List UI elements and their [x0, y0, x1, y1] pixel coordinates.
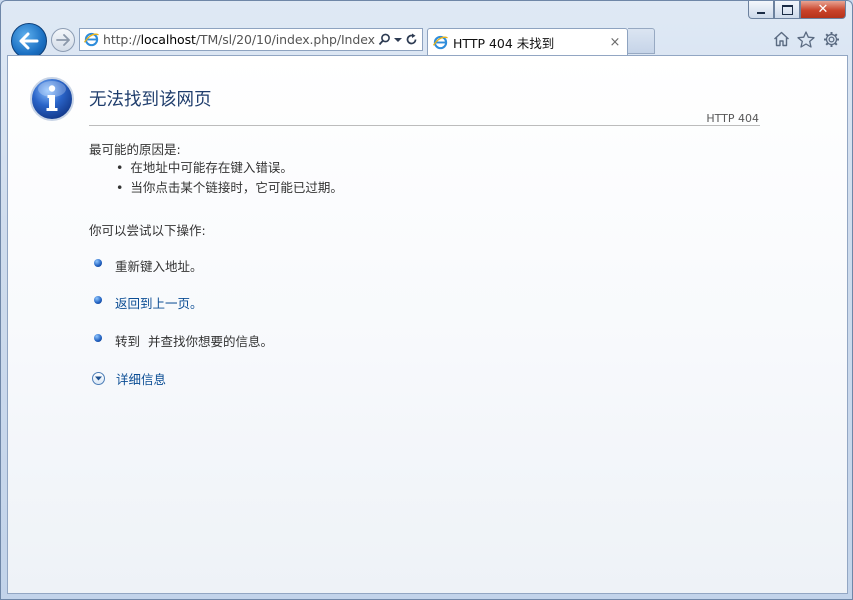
action-retype-address: 重新键入地址。	[94, 256, 203, 275]
http-status-code: HTTP 404	[706, 112, 759, 125]
forward-arrow-icon	[56, 34, 70, 46]
page-title: 无法找到该网页	[89, 90, 212, 110]
back-button[interactable]	[11, 23, 47, 59]
toolbar-icons	[772, 30, 840, 48]
tab-http-404[interactable]: HTTP 404 未找到 ×	[427, 28, 628, 55]
new-tab-button[interactable]	[628, 28, 655, 54]
action-text: 重新键入地址。	[115, 259, 203, 274]
reason-item: 当你点击某个链接时，它可能已过期。	[116, 178, 343, 198]
ie-page-icon	[84, 32, 99, 47]
page-content: 无法找到该网页 HTTP 404 最可能的原因是: 在地址中可能存在键入错误。 …	[7, 55, 848, 594]
minimize-button[interactable]	[748, 1, 774, 19]
star-icon[interactable]	[797, 30, 815, 48]
actions-heading: 你可以尝试以下操作:	[89, 223, 206, 238]
reason-item: 在地址中可能存在键入错误。	[116, 158, 343, 178]
address-bar[interactable]: http://localhost/TM/sl/20/10/index.php/I…	[79, 28, 423, 51]
bullet-icon	[94, 258, 102, 267]
browser-window: ✕ http://localhost/TM/sl/20/10/index.php…	[0, 0, 853, 600]
url-text[interactable]: http://localhost/TM/sl/20/10/index.php/I…	[103, 32, 378, 47]
gear-icon[interactable]	[822, 30, 840, 48]
divider	[89, 125, 760, 126]
bullet-icon	[94, 295, 102, 304]
search-icon[interactable]	[378, 33, 391, 46]
tab-title: HTTP 404 未找到	[453, 35, 555, 51]
refresh-icon[interactable]	[405, 33, 418, 46]
forward-button[interactable]	[51, 28, 75, 52]
action-text: 转到 并查找你想要的信息。	[115, 334, 273, 349]
reasons-heading: 最可能的原因是:	[89, 142, 181, 157]
ie-page-icon	[433, 35, 448, 49]
back-arrow-icon	[19, 32, 39, 50]
close-window-button[interactable]: ✕	[800, 1, 846, 19]
more-info-link[interactable]: 详细信息	[116, 369, 166, 388]
tab-close-icon[interactable]: ×	[607, 35, 623, 50]
action-go-to: 转到 并查找你想要的信息。	[94, 331, 273, 350]
reasons-list: 在地址中可能存在键入错误。 当你点击某个链接时，它可能已过期。	[116, 158, 343, 198]
home-icon[interactable]	[772, 30, 790, 48]
chevron-down-icon[interactable]	[394, 37, 402, 43]
info-icon	[30, 77, 74, 121]
window-caption-buttons: ✕	[748, 1, 846, 19]
action-go-back[interactable]: 返回到上一页。	[94, 293, 203, 312]
chevron-down-icon[interactable]	[92, 372, 105, 385]
more-info-toggle[interactable]: 详细信息	[92, 369, 166, 388]
bullet-icon	[94, 333, 102, 342]
maximize-button[interactable]	[774, 1, 800, 19]
go-back-link[interactable]: 返回到上一页。	[115, 293, 203, 312]
